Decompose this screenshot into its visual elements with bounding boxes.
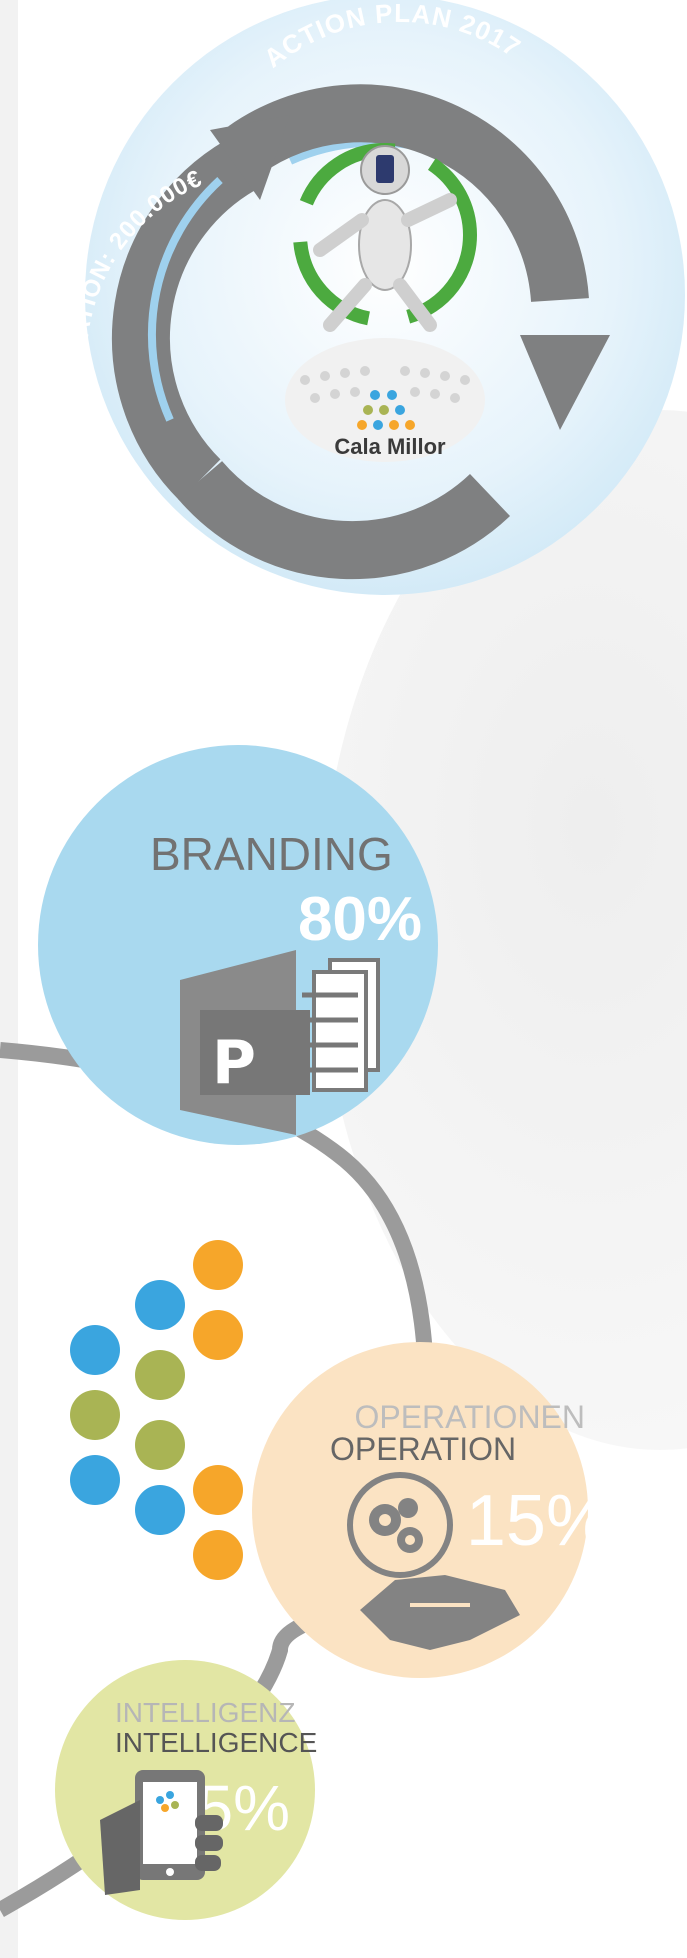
branding-percent: 80%	[298, 885, 422, 954]
budget-infographic: ACTION PLAN 2017 BUDGET ALLOCATION: 200.…	[0, 0, 687, 1958]
branding-label: BRANDING	[150, 828, 393, 880]
intelligence-label-secondary: INTELLIGENZ	[115, 1697, 295, 1728]
branding-segment: BRANDING 80% P	[38, 745, 438, 1145]
intelligence-percent: 5%	[198, 1772, 291, 1844]
operation-percent: 15%	[466, 1481, 610, 1561]
brand-label: Cala Millor	[334, 434, 446, 459]
cala-millor-logo: Cala Millor	[285, 338, 485, 462]
operation-label: OPERATION	[330, 1431, 516, 1467]
svg-text:P: P	[212, 1028, 256, 1098]
operation-label-secondary: OPERATIONEN	[354, 1399, 585, 1435]
left-edge-shade	[0, 0, 18, 1958]
intelligence-label: INTELLIGENCE	[115, 1727, 317, 1758]
